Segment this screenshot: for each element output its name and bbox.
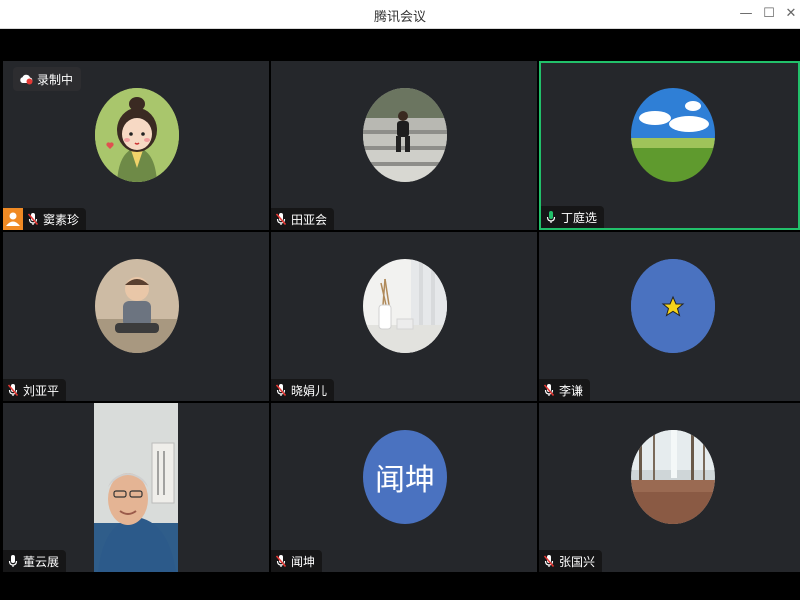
mic-speaking-icon (546, 211, 556, 223)
vase-curtain-photo (363, 259, 447, 353)
mic-muted-icon (275, 555, 287, 568)
participant-name: 董云展 (23, 554, 60, 569)
participant-nametag: 窦素珍 (23, 208, 87, 230)
participant-nametag: 闻坤 (271, 550, 323, 572)
participant-name: 晓娟儿 (291, 383, 328, 398)
text-avatar: 闻坤 (363, 430, 447, 524)
close-icon[interactable]: ✕ (782, 5, 800, 23)
title-bar: 腾讯会议 — ☐ ✕ (0, 0, 800, 29)
forest-photo (631, 430, 715, 524)
mic-muted-icon (543, 555, 555, 568)
participant-name: 李谦 (559, 383, 584, 398)
participant-nametag: 丁庭选 (541, 206, 605, 228)
minimize-icon[interactable]: — (737, 5, 755, 23)
top-toolbar (0, 29, 800, 61)
participant-name: 刘亚平 (23, 383, 60, 398)
bottom-toolbar (0, 572, 800, 600)
participant-tile[interactable]: 刘亚平 (3, 232, 269, 401)
maximize-icon[interactable]: ☐ (760, 5, 778, 23)
participant-name: 田亚会 (291, 212, 328, 227)
participant-tile-video[interactable]: 董云展 (3, 403, 269, 572)
window-title: 腾讯会议 (373, 10, 426, 25)
yellow-star-avatar (631, 259, 715, 353)
participant-name: 窦素珍 (43, 212, 80, 227)
participant-name: 张国兴 (559, 554, 596, 569)
toddler-photo (95, 259, 179, 353)
participant-grid: 录制中 窦素珍 田亚会 丁庭选 刘亚平 晓娟儿 李谦 董云展 闻坤 闻坤 张国兴 (3, 61, 800, 572)
participant-tile[interactable]: 录制中 窦素珍 (3, 61, 269, 230)
participant-tile[interactable]: 闻坤 闻坤 (271, 403, 537, 572)
participant-name: 闻坤 (291, 554, 316, 569)
mic-muted-icon (543, 384, 555, 397)
mic-muted-icon (27, 213, 39, 226)
recording-badge[interactable]: 录制中 (13, 67, 82, 91)
cartoon-girl-avatar (95, 88, 179, 182)
participant-tile[interactable]: 晓娟儿 (271, 232, 537, 401)
mic-on-icon (8, 555, 18, 567)
recording-cloud-icon (20, 74, 33, 85)
participant-nametag: 李谦 (539, 379, 591, 401)
participant-nametag: 晓娟儿 (271, 379, 335, 401)
participant-nametag: 刘亚平 (3, 379, 67, 401)
participant-nametag: 田亚会 (271, 208, 335, 230)
host-badge (3, 208, 23, 230)
child-on-stairs-photo (363, 88, 447, 182)
participant-tile[interactable]: 李谦 (539, 232, 800, 401)
participant-nametag: 董云展 (3, 550, 67, 572)
participant-name: 丁庭选 (561, 210, 598, 225)
mic-muted-icon (275, 213, 287, 226)
mic-muted-icon (275, 384, 287, 397)
sky-grassland-photo (631, 88, 715, 182)
mic-muted-icon (7, 384, 19, 397)
participant-nametag: 张国兴 (539, 550, 603, 572)
host-person-icon (6, 212, 20, 226)
video-feed (94, 403, 178, 572)
recording-label: 录制中 (37, 72, 74, 87)
avatar-text: 闻坤 (375, 463, 435, 498)
participant-tile[interactable]: 田亚会 (271, 61, 537, 230)
participant-tile-speaking[interactable]: 丁庭选 (539, 61, 800, 230)
participant-tile[interactable]: 张国兴 (539, 403, 800, 572)
